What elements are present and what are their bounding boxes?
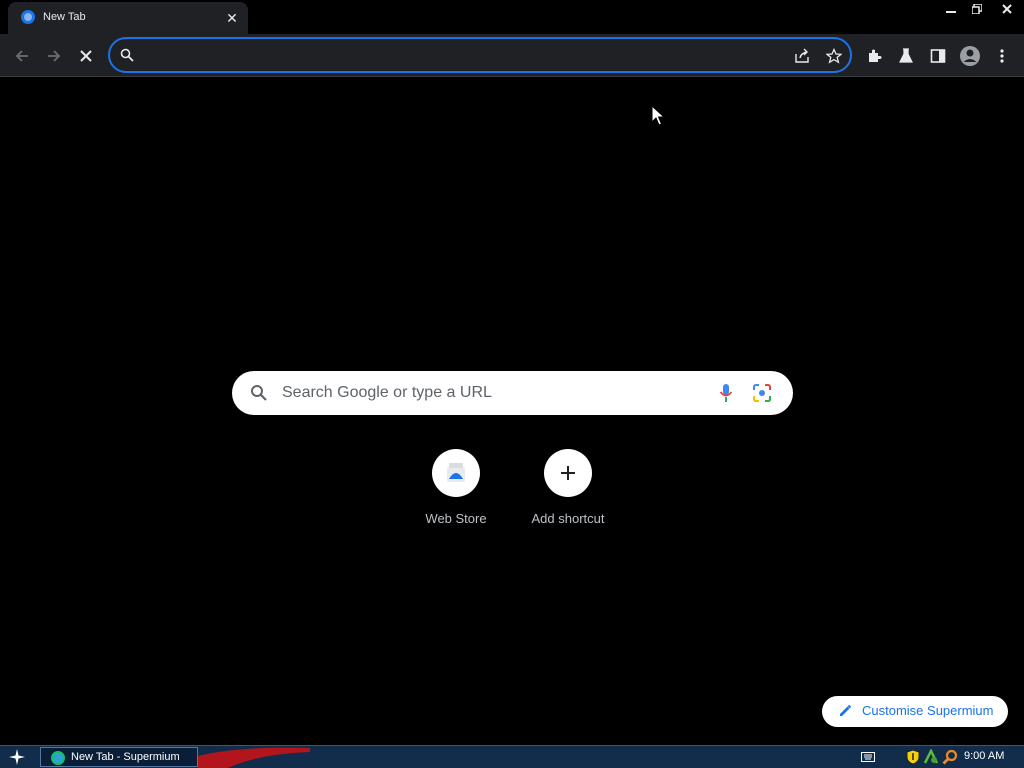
plus-icon	[561, 466, 575, 480]
taskbar: New Tab - Supermium 9:00 AM	[0, 745, 1024, 768]
omnibox[interactable]	[108, 37, 852, 73]
stop-button[interactable]	[72, 42, 100, 70]
omnibox-input[interactable]	[142, 45, 762, 65]
customise-button[interactable]: Customise Supermium	[822, 696, 1008, 727]
search-icon	[120, 48, 134, 62]
start-icon	[9, 749, 25, 765]
extensions-icon	[869, 49, 882, 62]
lens-icon[interactable]	[752, 383, 772, 403]
network-tray-button[interactable]	[923, 749, 939, 765]
labs-button[interactable]	[892, 42, 920, 70]
restore-icon	[972, 4, 982, 14]
mouse-cursor-icon	[651, 105, 665, 126]
restore-button[interactable]	[964, 0, 990, 18]
browser-window: New Tab ✕ Search Google or type a URL We…	[0, 0, 1024, 745]
search-tray-button[interactable]	[942, 749, 958, 765]
web-store-tile[interactable]	[432, 449, 480, 497]
labs-icon	[899, 48, 913, 63]
tab-favicon-icon	[21, 10, 35, 24]
taskbar-item-browser[interactable]: New Tab - Supermium	[40, 747, 198, 767]
taskbar-decoration	[198, 747, 310, 768]
shield-icon	[906, 749, 920, 765]
tab-new-tab[interactable]: New Tab ✕	[8, 2, 248, 34]
network-icon	[923, 749, 939, 764]
toolbar	[0, 34, 1024, 77]
share-button[interactable]	[792, 46, 812, 66]
security-tray-button[interactable]	[905, 749, 921, 765]
close-icon	[1002, 4, 1012, 14]
profile-icon	[960, 46, 980, 66]
shortcut-label: Add shortcut	[531, 511, 605, 526]
add-shortcut-tile[interactable]	[544, 449, 592, 497]
bookmark-star-icon	[826, 48, 842, 64]
menu-button[interactable]	[988, 42, 1016, 70]
tab-title: New Tab	[43, 11, 86, 23]
stop-icon	[80, 50, 92, 62]
search-tray-icon	[942, 749, 958, 765]
extensions-button[interactable]	[860, 42, 888, 70]
side-panel-icon	[930, 49, 946, 63]
shortcut-label: Web Store	[425, 511, 487, 526]
mic-icon[interactable]	[718, 383, 734, 403]
web-store-icon	[447, 463, 465, 482]
taskbar-item-label: New Tab - Supermium	[71, 751, 180, 763]
clock: 9:00 AM	[964, 750, 1005, 762]
forward-icon	[48, 50, 61, 62]
search-icon	[251, 385, 267, 401]
forward-button[interactable]	[40, 42, 68, 70]
keyboard-icon	[861, 752, 875, 762]
side-panel-button[interactable]	[924, 42, 952, 70]
start-button[interactable]	[5, 747, 29, 767]
tab-strip: New Tab ✕	[0, 0, 1024, 34]
minimize-button[interactable]	[938, 0, 964, 18]
ntp-search-input[interactable]	[282, 382, 702, 404]
ntp-search-box[interactable]	[232, 371, 793, 415]
menu-icon	[1000, 49, 1004, 63]
close-window-button[interactable]	[990, 0, 1024, 18]
back-icon	[15, 50, 28, 62]
profile-button[interactable]	[956, 42, 984, 70]
shortcut-web-store[interactable]: Web Store	[400, 449, 512, 533]
browser-app-icon	[51, 751, 65, 765]
back-button[interactable]	[8, 42, 36, 70]
share-icon	[795, 48, 809, 63]
tab-close-icon[interactable]: ✕	[224, 10, 240, 26]
customise-label: Customise Supermium	[862, 703, 994, 718]
pencil-icon	[840, 704, 852, 716]
bookmark-button[interactable]	[824, 46, 844, 66]
shortcut-add[interactable]: Add shortcut	[512, 449, 624, 533]
keyboard-tray-button[interactable]	[860, 749, 876, 765]
window-controls	[938, 0, 1024, 18]
minimize-icon	[946, 11, 956, 13]
